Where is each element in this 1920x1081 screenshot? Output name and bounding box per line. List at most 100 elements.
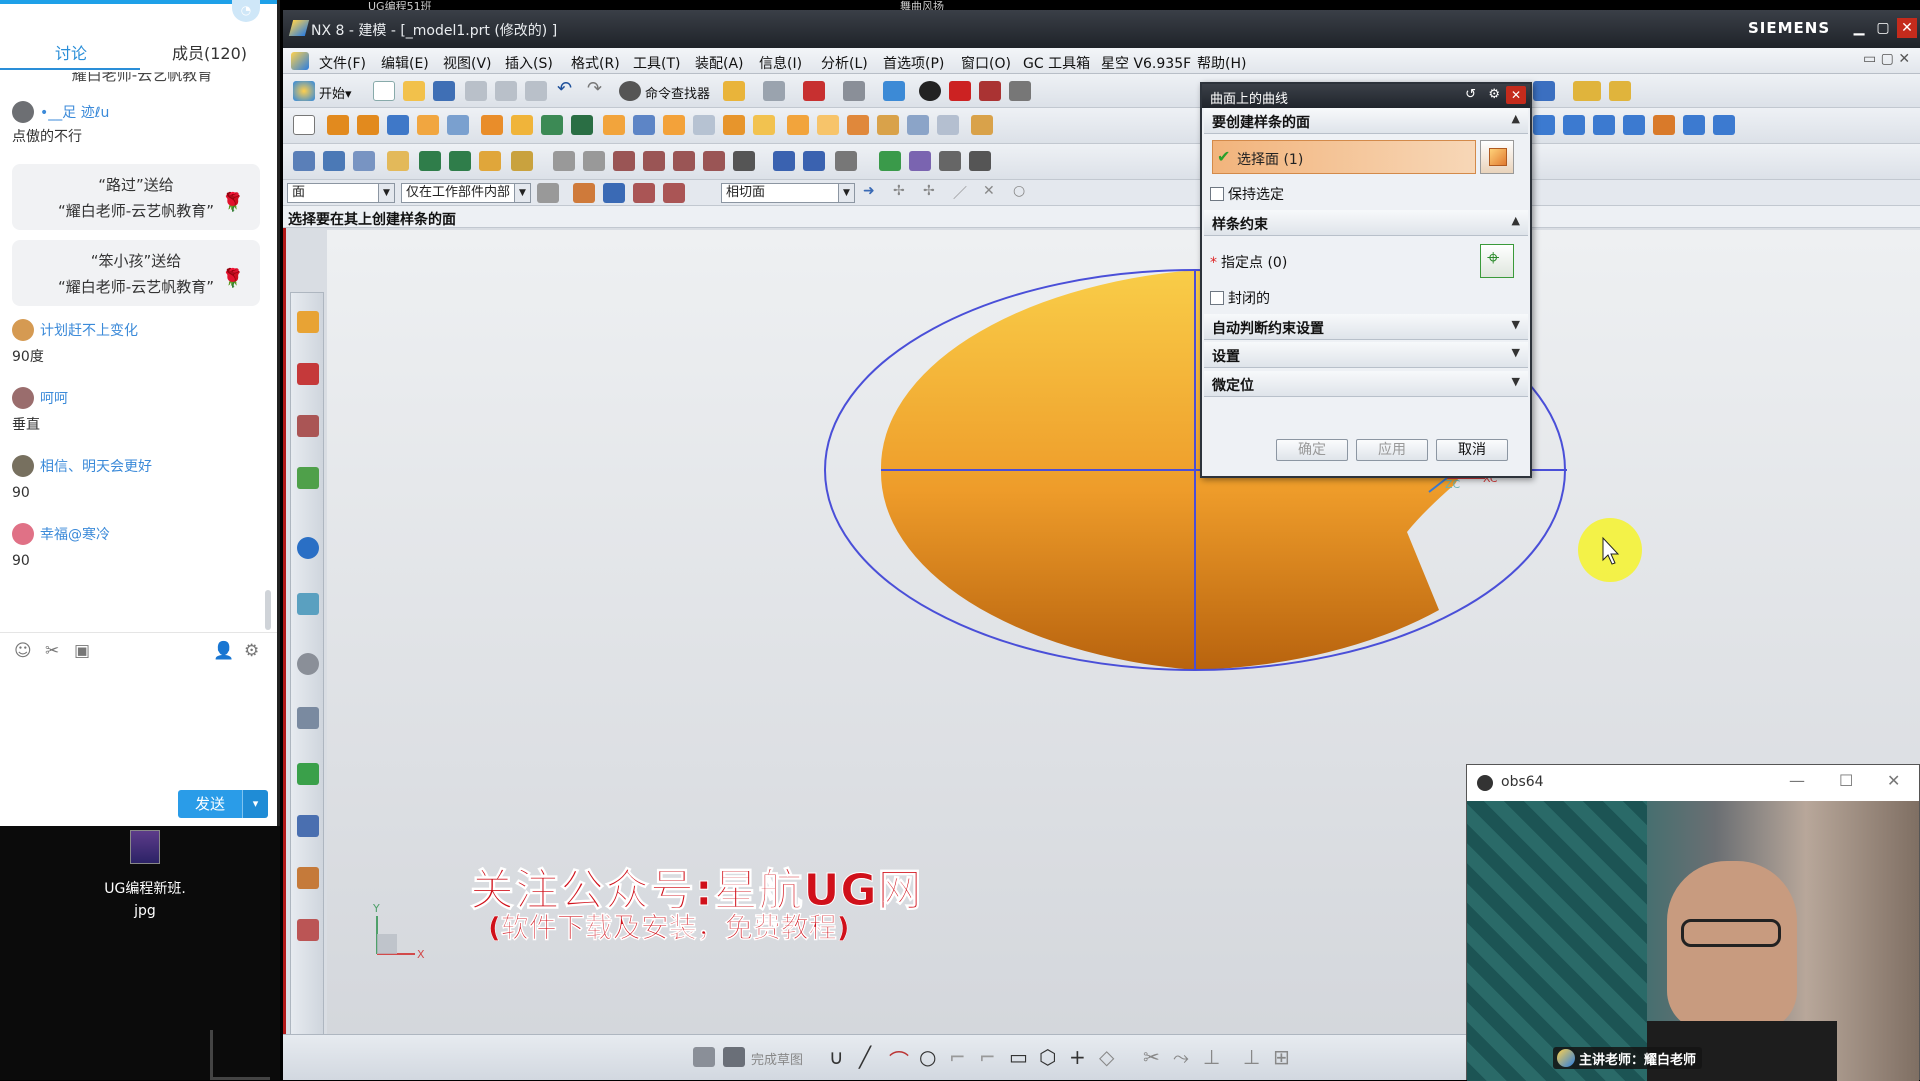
menu-preferences[interactable]: 首选项(P) bbox=[883, 53, 944, 73]
toolbar-icon[interactable] bbox=[1653, 115, 1675, 135]
gear-icon[interactable]: ⚙ bbox=[244, 641, 259, 661]
process-studio-icon[interactable] bbox=[297, 763, 319, 785]
chat-input[interactable] bbox=[0, 667, 277, 787]
part-navigator-icon[interactable] bbox=[297, 415, 319, 437]
toolbar-icon[interactable] bbox=[603, 183, 625, 203]
minimize-icon[interactable]: — bbox=[1789, 771, 1805, 790]
chat-collapse-button[interactable]: ◔ bbox=[232, 0, 260, 22]
spline-constraints-header[interactable]: 样条约束 ▲ bbox=[1204, 210, 1528, 236]
point-icon[interactable]: + bbox=[1069, 1045, 1091, 1069]
sketch-icon[interactable] bbox=[293, 115, 315, 135]
toolbar-icon[interactable] bbox=[879, 151, 901, 171]
snap-point-icon[interactable]: ✢ bbox=[923, 183, 945, 203]
toolbar-icon[interactable] bbox=[1713, 115, 1735, 135]
toolbar-icon[interactable] bbox=[753, 115, 775, 135]
history-icon[interactable] bbox=[297, 653, 319, 675]
toolbar-icon[interactable] bbox=[419, 151, 441, 171]
tab-discussion[interactable]: 讨论 bbox=[55, 40, 87, 64]
image-file-icon[interactable] bbox=[130, 830, 160, 864]
toolbar-icon[interactable] bbox=[633, 183, 655, 203]
circle-icon[interactable]: ○ bbox=[919, 1045, 941, 1069]
toolbar-icon[interactable] bbox=[447, 115, 469, 135]
toolbar-icon[interactable] bbox=[949, 81, 971, 101]
avatar[interactable] bbox=[12, 523, 34, 545]
chat-username[interactable]: 计划赶不上变化 bbox=[40, 320, 138, 340]
app-menu-icon[interactable] bbox=[291, 52, 309, 70]
select-face-row[interactable]: ✔ 选择面 (1) bbox=[1212, 140, 1476, 174]
user-manage-icon[interactable]: 👤 bbox=[213, 641, 234, 661]
menu-tools[interactable]: 工具(T) bbox=[633, 53, 680, 73]
menu-view[interactable]: 视图(V) bbox=[443, 53, 492, 73]
menu-analysis[interactable]: 分析(L) bbox=[821, 53, 868, 73]
toolbar-icon[interactable] bbox=[1683, 115, 1705, 135]
toolbar-icon[interactable] bbox=[663, 183, 685, 203]
settings-header[interactable]: 设置 ▼ bbox=[1204, 342, 1528, 368]
menu-help[interactable]: 帮助(H) bbox=[1197, 53, 1246, 73]
chat-username[interactable]: 呵呵 bbox=[40, 388, 68, 408]
curve-icon[interactable] bbox=[673, 151, 695, 171]
measure-icon[interactable] bbox=[1573, 81, 1601, 101]
filter-reset-icon[interactable] bbox=[537, 183, 559, 203]
toolbar-icon[interactable] bbox=[511, 151, 533, 171]
snap-point-icon[interactable]: ✕ bbox=[983, 183, 1005, 203]
undo-icon[interactable]: ↶ bbox=[557, 78, 579, 99]
system-scenes-icon[interactable] bbox=[297, 867, 319, 889]
toolbar-icon[interactable] bbox=[979, 81, 1001, 101]
face-selector-cube-icon[interactable] bbox=[1480, 140, 1514, 174]
toolbar-icon[interactable] bbox=[835, 151, 857, 171]
toolbar-icon[interactable] bbox=[843, 81, 865, 101]
menu-info[interactable]: 信息(I) bbox=[759, 53, 802, 73]
toolbar-icon[interactable] bbox=[969, 151, 991, 171]
ok-button[interactable]: 确定 bbox=[1276, 439, 1348, 461]
toolbar-icon[interactable] bbox=[773, 151, 795, 171]
line-icon[interactable]: ╱ bbox=[859, 1045, 881, 1069]
chamfer-icon[interactable]: ⌐ bbox=[979, 1045, 1001, 1069]
close-icon[interactable]: ✕ bbox=[1887, 771, 1900, 790]
toolbar-icon[interactable] bbox=[909, 151, 931, 171]
snap-point-icon[interactable]: ○ bbox=[1013, 183, 1035, 203]
command-finder-button[interactable]: 命令查找器 bbox=[645, 83, 710, 103]
toolbar-icon[interactable] bbox=[1609, 81, 1631, 101]
close-icon[interactable]: ✕ bbox=[1897, 18, 1917, 38]
maximize-icon[interactable]: ☐ bbox=[1839, 771, 1853, 790]
toolbar-icon[interactable] bbox=[1623, 115, 1645, 135]
keep-selected-row[interactable]: 保持选定 bbox=[1210, 184, 1284, 204]
toolbar-icon[interactable] bbox=[723, 115, 745, 135]
system-materials-icon[interactable] bbox=[297, 707, 319, 729]
sketch-icon[interactable] bbox=[693, 1047, 715, 1067]
menu-edit[interactable]: 编辑(E) bbox=[381, 53, 429, 73]
toolbar-icon[interactable] bbox=[293, 151, 315, 171]
toolbar-icon[interactable] bbox=[353, 151, 375, 171]
toolbar-icon[interactable] bbox=[817, 115, 839, 135]
dimension-icon[interactable]: ⊞ bbox=[1273, 1045, 1295, 1069]
constraint-navigator-icon[interactable] bbox=[297, 363, 319, 385]
render-style-icon[interactable] bbox=[919, 81, 941, 101]
trim-icon[interactable]: ✂ bbox=[1143, 1045, 1165, 1069]
constraint-icon[interactable]: ⊥ bbox=[1243, 1045, 1265, 1069]
closed-row[interactable]: 封闭的 bbox=[1210, 288, 1270, 308]
chat-message-list[interactable]: 耀白老师-云艺帆教育 •__足 迹ℓu 点傲的不行 “路过”送给 “耀白老师-云… bbox=[0, 72, 272, 627]
toolbar-icon[interactable] bbox=[663, 115, 685, 135]
image-icon[interactable]: ▣ bbox=[74, 641, 90, 661]
toolbar-icon[interactable] bbox=[907, 115, 929, 135]
chat-username[interactable]: 幸福@寒冷 bbox=[40, 524, 110, 544]
curve-icon[interactable] bbox=[703, 151, 725, 171]
toolbar-icon[interactable] bbox=[479, 151, 501, 171]
gear-icon[interactable]: ⚙ bbox=[1488, 87, 1500, 102]
toolbar-icon[interactable] bbox=[481, 115, 503, 135]
new-file-icon[interactable] bbox=[373, 81, 395, 101]
hd3d-tools-icon[interactable] bbox=[297, 537, 319, 559]
roles-icon[interactable] bbox=[297, 815, 319, 837]
menu-file[interactable]: 文件(F) bbox=[319, 53, 366, 73]
toolbar-icon[interactable] bbox=[877, 115, 899, 135]
desktop-file-label[interactable]: UG编程新班. jpg bbox=[80, 878, 210, 922]
send-options-button[interactable]: ▾ bbox=[242, 790, 268, 818]
cut-icon[interactable] bbox=[465, 81, 487, 101]
chat-username[interactable]: •__足 迹ℓu bbox=[40, 102, 109, 122]
curve-icon[interactable] bbox=[613, 151, 635, 171]
reuse-library-icon[interactable] bbox=[297, 467, 319, 489]
maximize-icon[interactable]: ▢ bbox=[1873, 18, 1893, 38]
menu-insert[interactable]: 插入(S) bbox=[505, 53, 553, 73]
toolbar-icon[interactable] bbox=[847, 115, 869, 135]
layer-icon[interactable] bbox=[323, 151, 345, 171]
